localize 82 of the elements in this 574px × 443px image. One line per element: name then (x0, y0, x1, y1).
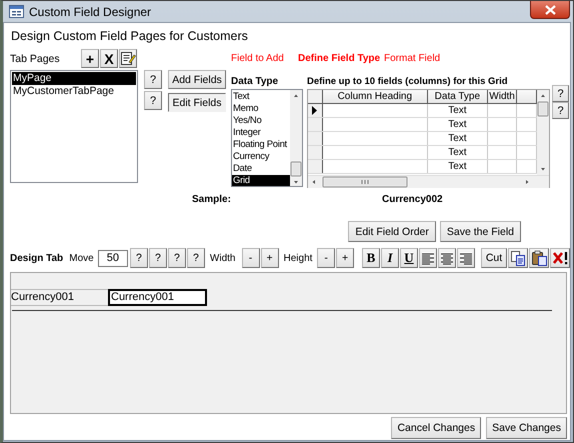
step-label: Field to Add (231, 53, 285, 64)
sample-value: Currency002 (382, 194, 443, 207)
width-step-button[interactable]: + (260, 248, 279, 268)
footer-button[interactable]: Save Changes (486, 417, 567, 439)
data-type-label: Data Type (231, 76, 280, 88)
height-step-button[interactable]: + (336, 248, 354, 268)
cut-button[interactable]: Cut (481, 248, 507, 268)
width-step-button[interactable]: - (242, 248, 260, 268)
grid-label: Define up to 10 fields (columns) for this Grid (307, 76, 509, 88)
delete-field-button[interactable] (550, 248, 570, 268)
page-heading: Design Custom Field Pages for Customers (11, 28, 249, 44)
width-label: Width (210, 252, 236, 264)
window-title: Custom Field Designer (29, 4, 152, 18)
row-header[interactable] (308, 146, 323, 159)
step-label: Format Field (384, 53, 440, 64)
bold-button[interactable]: B (362, 248, 380, 268)
footer-button[interactable]: Cancel Changes (391, 417, 482, 439)
tab-page-item[interactable]: MyCustomerTabPage (12, 85, 136, 98)
table-cell[interactable]: Text (428, 160, 488, 173)
rename-page-button[interactable] (119, 49, 137, 68)
italic-button[interactable]: I (381, 248, 399, 268)
table-cell[interactable]: Text (428, 146, 488, 159)
move-button[interactable]: ? (186, 248, 205, 268)
row-header[interactable] (308, 132, 323, 145)
data-type-item[interactable]: Floating Point (232, 139, 290, 151)
field-action-button[interactable]: Edit Field Order (348, 221, 436, 242)
data-type-item[interactable]: Currency (232, 151, 290, 163)
align-center-button[interactable] (438, 248, 456, 268)
move-button[interactable]: ? (148, 248, 167, 268)
move-step-field[interactable]: 50 (98, 250, 128, 266)
mode-button[interactable]: Edit Fields (168, 93, 226, 112)
align-right-button[interactable] (457, 248, 475, 268)
delete-icon (552, 251, 568, 265)
help-button[interactable]: ? (144, 91, 162, 110)
table-cell[interactable]: Text (428, 118, 488, 131)
underline-button[interactable]: U (400, 248, 418, 268)
sample-label: Sample: (192, 194, 232, 207)
column-header[interactable]: Data Type (428, 90, 488, 103)
row-header[interactable] (308, 104, 323, 117)
column-header[interactable]: Column Heading (322, 90, 428, 103)
note-pencil-icon (120, 51, 136, 66)
tab-page-item[interactable]: MyPage (12, 72, 136, 85)
paste-button[interactable] (529, 248, 549, 268)
align-left-button[interactable] (419, 248, 437, 268)
row-header[interactable] (308, 160, 323, 173)
table-cell[interactable]: Text (428, 104, 488, 117)
help-button[interactable]: ? (552, 102, 569, 119)
data-type-item[interactable]: Memo (232, 103, 290, 115)
close-icon (544, 4, 556, 14)
app-icon (9, 5, 24, 18)
row-header[interactable] (308, 118, 323, 131)
mode-button[interactable]: Add Fields (168, 70, 226, 89)
tab-pages-label: Tab Pages (10, 52, 61, 64)
height-step-button[interactable]: - (317, 248, 336, 268)
align-center-icon (441, 252, 453, 264)
field-label[interactable]: Currency001 (11, 289, 108, 306)
height-label: Height (284, 252, 314, 264)
current-row-icon (312, 106, 318, 115)
add-page-button[interactable]: + (81, 49, 99, 68)
align-right-icon (460, 252, 472, 264)
close-button[interactable] (530, 1, 570, 19)
move-button[interactable]: ? (130, 248, 148, 268)
help-button[interactable]: ? (552, 85, 569, 102)
data-type-item[interactable]: Date (232, 163, 290, 175)
copy-button[interactable] (508, 248, 528, 268)
align-left-icon (422, 252, 434, 264)
copy-icon (511, 250, 525, 266)
help-button[interactable]: ? (144, 70, 162, 89)
step-label: Define Field Type (298, 53, 382, 64)
column-header[interactable]: Width (488, 90, 518, 103)
design-tab-label: Design Tab (10, 252, 64, 264)
data-type-item[interactable]: Text (232, 91, 290, 103)
field-box[interactable]: Currency001 (108, 289, 207, 306)
data-type-item[interactable]: Integer (232, 127, 290, 139)
delete-page-button[interactable]: X (100, 49, 118, 68)
move-label: Move (69, 252, 95, 264)
data-type-item[interactable]: Grid (232, 175, 290, 186)
paste-icon (532, 250, 546, 266)
table-cell[interactable]: Text (428, 132, 488, 145)
data-type-item[interactable]: Yes/No (232, 115, 290, 127)
field-action-button[interactable]: Save the Field (440, 221, 521, 242)
move-button[interactable]: ? (168, 248, 186, 268)
